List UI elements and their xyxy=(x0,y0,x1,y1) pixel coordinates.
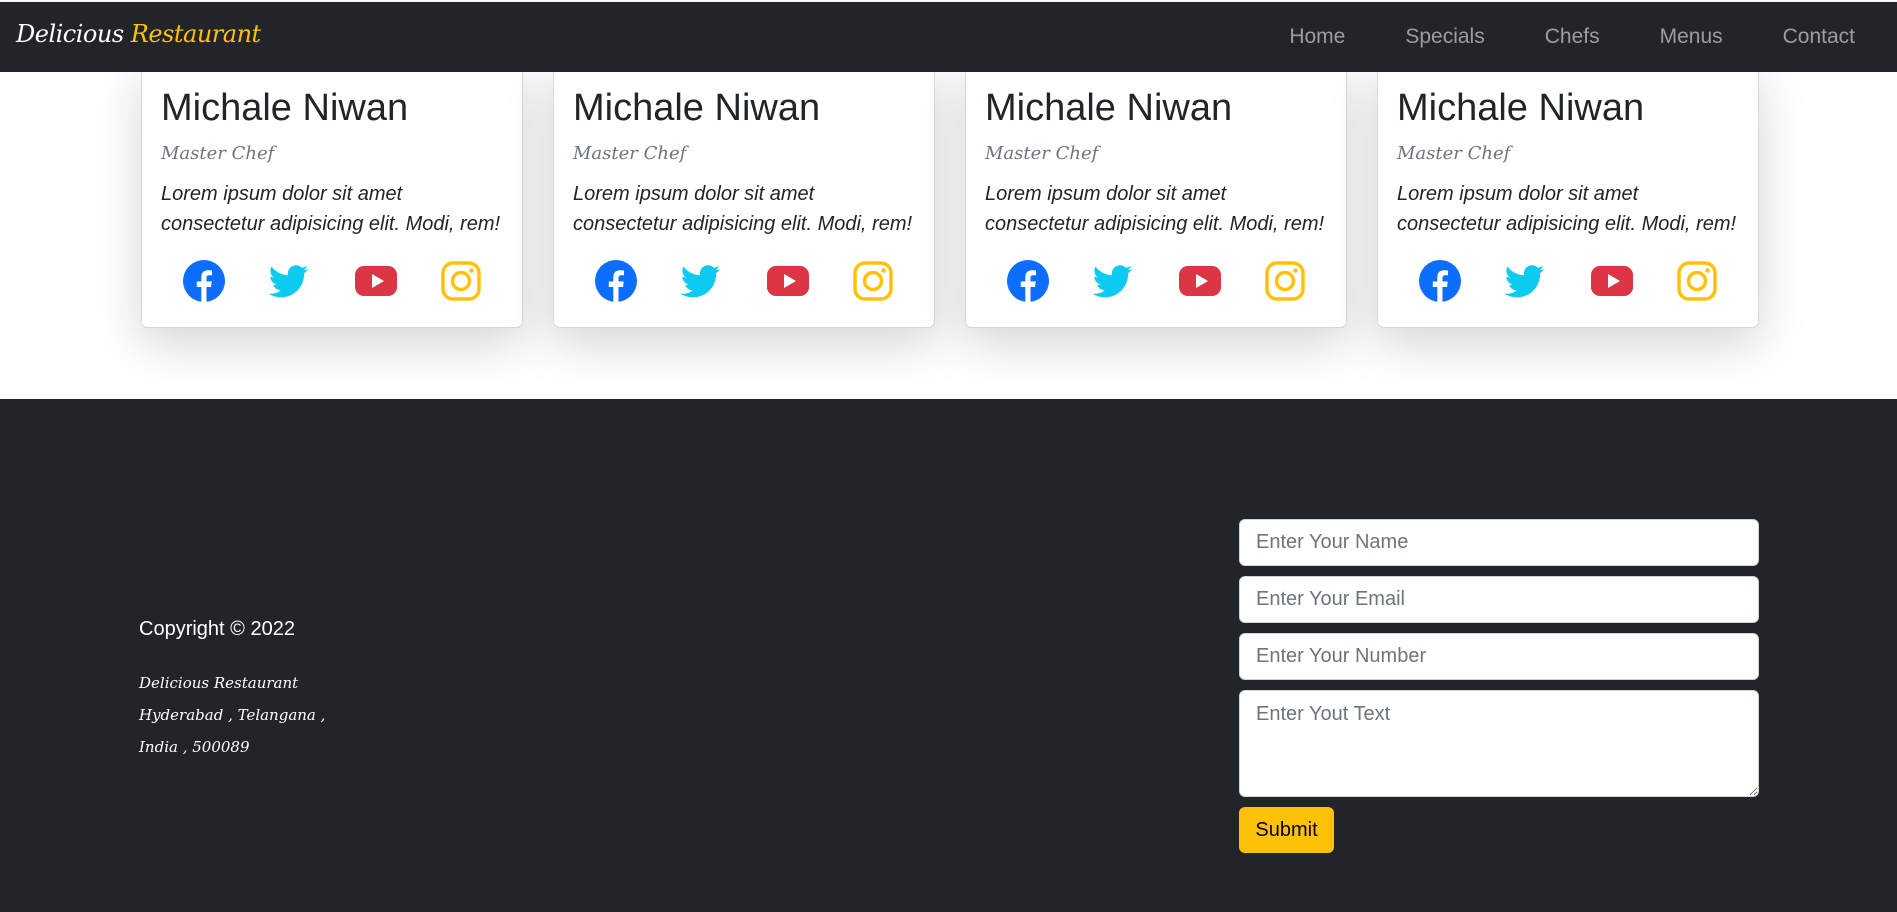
twitter-icon[interactable] xyxy=(1503,259,1547,303)
instagram-icon[interactable] xyxy=(851,259,895,303)
facebook-icon[interactable] xyxy=(1418,259,1462,303)
youtube-icon[interactable] xyxy=(1590,259,1634,303)
restaurant-address: Delicious Restaurant Hyderabad , Telanga… xyxy=(139,667,325,763)
chef-role: Master Chef xyxy=(1397,143,1511,164)
address-line: India , 500089 xyxy=(139,738,250,756)
nav-link-home[interactable]: Home xyxy=(1289,25,1345,49)
nav-link-menus[interactable]: Menus xyxy=(1660,25,1723,49)
twitter-icon[interactable] xyxy=(1091,259,1135,303)
social-links xyxy=(1378,259,1760,305)
navbar: Delicious Restaurant Home Specials Chefs… xyxy=(0,0,1897,72)
twitter-icon[interactable] xyxy=(267,259,311,303)
chef-name: Michale Niwan xyxy=(1397,87,1645,129)
submit-button[interactable]: Submit xyxy=(1239,807,1334,853)
social-links xyxy=(966,259,1348,305)
nav-link-contact[interactable]: Contact xyxy=(1783,25,1855,49)
chef-card: Michale Niwan Master Chef Lorem ipsum do… xyxy=(1377,62,1759,328)
chef-role: Master Chef xyxy=(573,143,687,164)
chef-role: Master Chef xyxy=(161,143,275,164)
brand-logo[interactable]: Delicious Restaurant xyxy=(16,20,261,48)
brand-main: Delicious xyxy=(16,20,124,48)
number-input[interactable] xyxy=(1239,633,1759,680)
youtube-icon[interactable] xyxy=(354,259,398,303)
address-line: Delicious Restaurant xyxy=(139,674,299,692)
chef-role: Master Chef xyxy=(985,143,1099,164)
twitter-icon[interactable] xyxy=(679,259,723,303)
message-textarea[interactable] xyxy=(1239,690,1759,797)
instagram-icon[interactable] xyxy=(1263,259,1307,303)
chef-card: Michale Niwan Master Chef Lorem ipsum do… xyxy=(965,62,1347,328)
facebook-icon[interactable] xyxy=(1006,259,1050,303)
name-input[interactable] xyxy=(1239,519,1759,566)
nav-link-chefs[interactable]: Chefs xyxy=(1545,25,1600,49)
nav-link-specials[interactable]: Specials xyxy=(1405,25,1484,49)
facebook-icon[interactable] xyxy=(182,259,226,303)
chef-name: Michale Niwan xyxy=(573,87,821,129)
chef-bio: Lorem ipsum dolor sit amet consectetur a… xyxy=(573,183,913,235)
facebook-icon[interactable] xyxy=(594,259,638,303)
youtube-icon[interactable] xyxy=(1178,259,1222,303)
social-links xyxy=(554,259,936,305)
youtube-icon[interactable] xyxy=(766,259,810,303)
social-links xyxy=(142,259,524,305)
brand-accent: Restaurant xyxy=(130,20,261,48)
chef-bio: Lorem ipsum dolor sit amet consectetur a… xyxy=(985,183,1325,235)
chef-name: Michale Niwan xyxy=(161,87,409,129)
address-line: Hyderabad , Telangana , xyxy=(139,706,326,724)
nav-links: Home Specials Chefs Menus Contact xyxy=(1289,2,1897,72)
instagram-icon[interactable] xyxy=(439,259,483,303)
chefs-section: Michale Niwan Master Chef Lorem ipsum do… xyxy=(0,62,1897,399)
chef-card: Michale Niwan Master Chef Lorem ipsum do… xyxy=(141,62,523,328)
chef-card: Michale Niwan Master Chef Lorem ipsum do… xyxy=(553,62,935,328)
copyright-text: Copyright © 2022 xyxy=(139,618,295,640)
chef-bio: Lorem ipsum dolor sit amet consectetur a… xyxy=(161,183,501,235)
footer: Copyright © 2022 Delicious Restaurant Hy… xyxy=(0,399,1897,912)
instagram-icon[interactable] xyxy=(1675,259,1719,303)
email-input[interactable] xyxy=(1239,576,1759,623)
chef-bio: Lorem ipsum dolor sit amet consectetur a… xyxy=(1397,183,1737,235)
chef-name: Michale Niwan xyxy=(985,87,1233,129)
